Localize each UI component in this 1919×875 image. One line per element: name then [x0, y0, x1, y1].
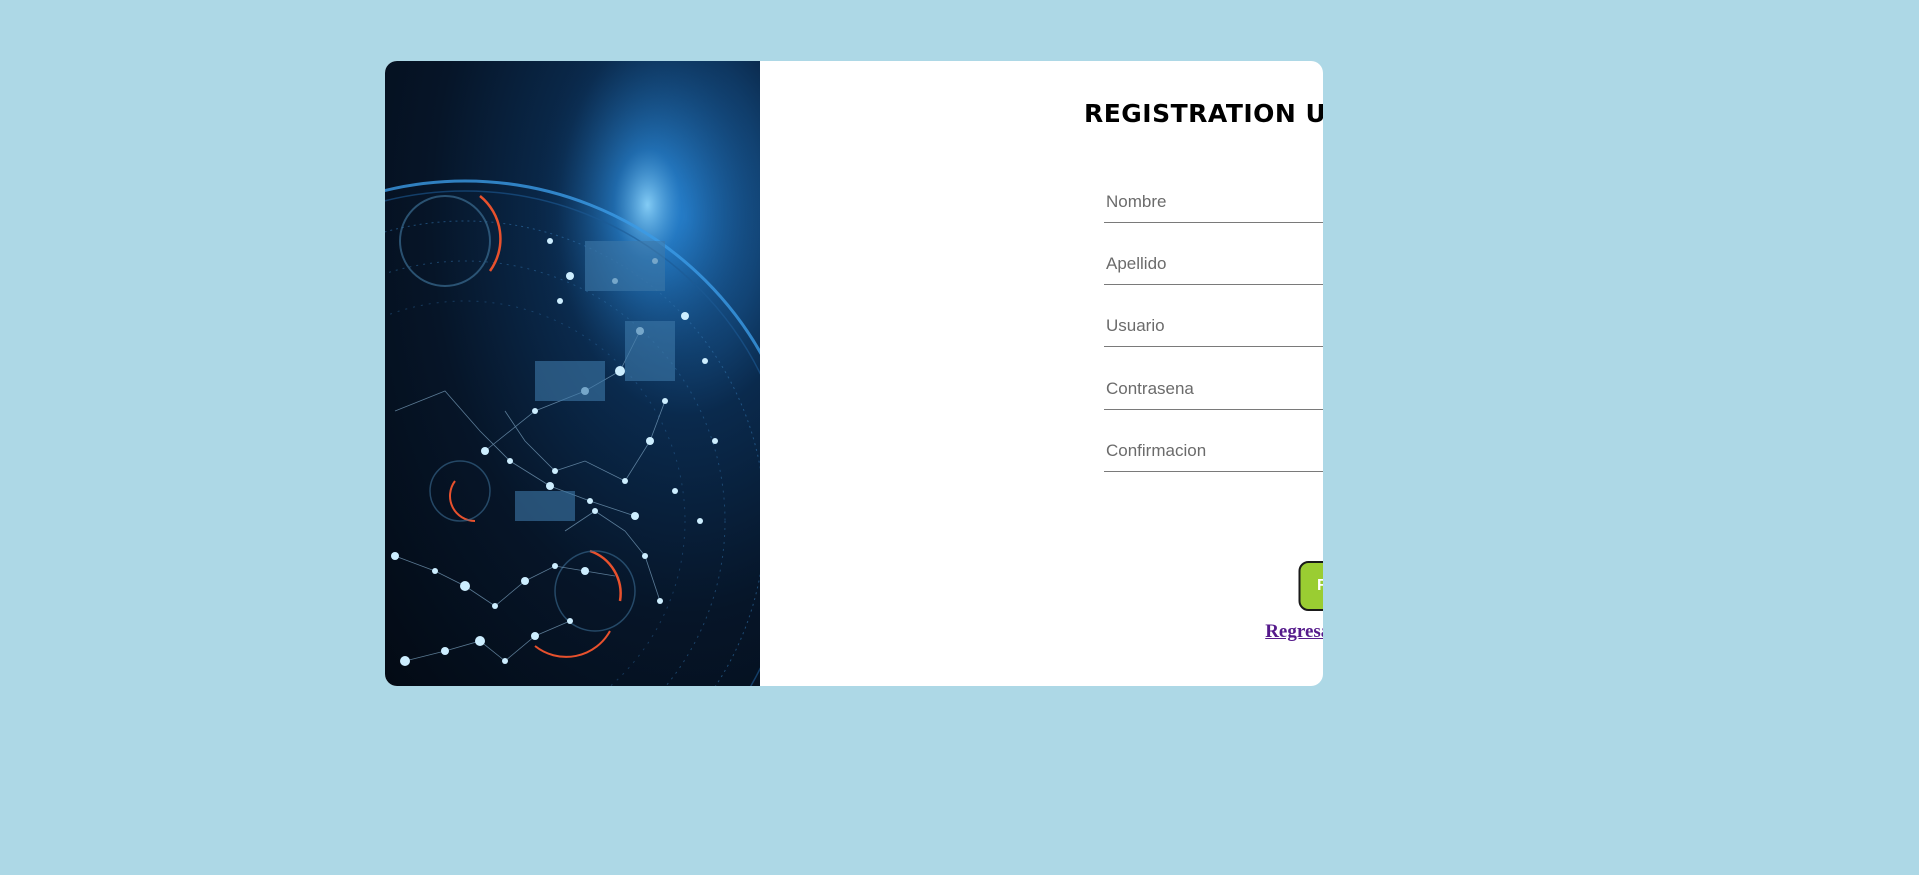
back-to-login-link[interactable]: Regresar a inicio de sesion — [1265, 621, 1323, 643]
contrasena-input[interactable] — [1104, 370, 1323, 410]
register-button[interactable]: Registrarse — [1298, 561, 1323, 611]
page: REGISTRATION USUARIO Registrarse Regresa… — [0, 0, 1919, 875]
globe-network-image — [385, 61, 760, 686]
nombre-input[interactable] — [1104, 183, 1323, 223]
form-title: REGISTRATION USUARIO — [1083, 99, 1323, 128]
usuario-input[interactable] — [1104, 307, 1323, 347]
globe-illustration — [385, 61, 760, 686]
registration-form: REGISTRATION USUARIO Registrarse Regresa… — [760, 61, 1323, 686]
confirmacion-input[interactable] — [1104, 432, 1323, 472]
apellido-input[interactable] — [1104, 245, 1323, 285]
registration-card: REGISTRATION USUARIO Registrarse Regresa… — [385, 61, 1323, 686]
